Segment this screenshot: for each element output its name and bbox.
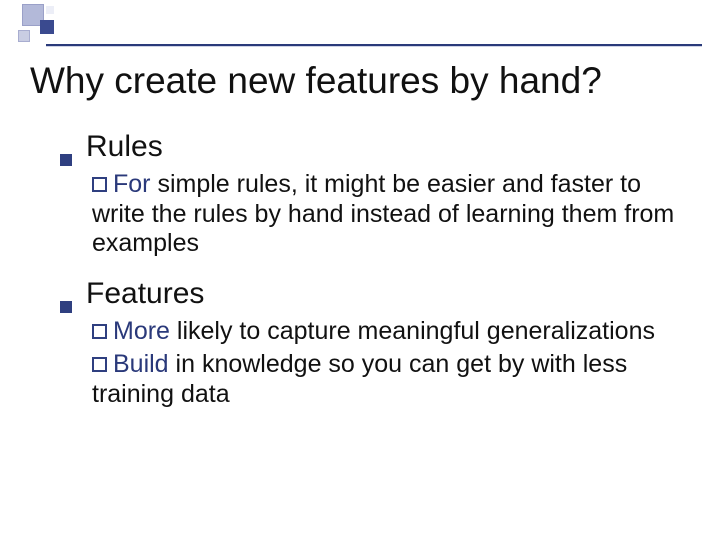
slide-title: Why create new features by hand? bbox=[30, 60, 700, 102]
level1-label: Rules bbox=[86, 130, 163, 164]
sub-lead: For bbox=[113, 170, 151, 198]
bullet-square-icon bbox=[60, 301, 72, 313]
corner-decoration bbox=[0, 0, 100, 64]
bullet-hollow-square-icon bbox=[92, 177, 107, 192]
list-subitem: For simple rules, it might be easier and… bbox=[92, 170, 690, 259]
list-item: Features More likely to capture meaningf… bbox=[60, 277, 690, 410]
bullet-hollow-square-icon bbox=[92, 324, 107, 339]
sub-lead: Build bbox=[113, 350, 169, 378]
bullet-square-icon bbox=[60, 154, 72, 166]
list-subitem: More likely to capture meaningful genera… bbox=[92, 317, 690, 347]
title-underline bbox=[46, 44, 702, 47]
sub-rest: likely to capture meaningful generalizat… bbox=[170, 317, 655, 345]
sub-lead: More bbox=[113, 317, 170, 345]
list-item: Rules For simple rules, it might be easi… bbox=[60, 130, 690, 259]
bullet-hollow-square-icon bbox=[92, 357, 107, 372]
sub-rest: in knowledge so you can get by with less… bbox=[92, 350, 627, 408]
slide-body: Rules For simple rules, it might be easi… bbox=[60, 130, 690, 427]
list-subitem: Build in knowledge so you can get by wit… bbox=[92, 350, 690, 409]
level1-label: Features bbox=[86, 277, 204, 311]
sub-rest: simple rules, it might be easier and fas… bbox=[92, 170, 674, 257]
